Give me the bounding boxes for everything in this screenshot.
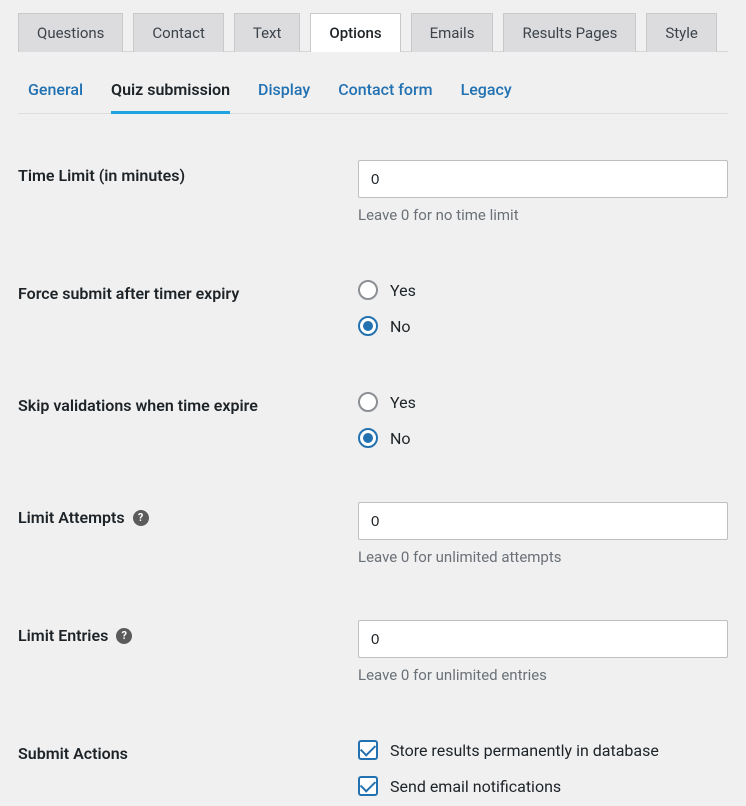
- help-icon[interactable]: ?: [133, 510, 149, 526]
- tab-options[interactable]: Options: [310, 13, 400, 52]
- label-limit-attempts: Limit Attempts: [18, 508, 125, 527]
- help-limit-attempts: Leave 0 for unlimited attempts: [358, 548, 728, 566]
- radio-icon: [358, 280, 378, 300]
- label-time-limit: Time Limit (in minutes): [18, 166, 185, 185]
- form-area: Time Limit (in minutes) Leave 0 for no t…: [18, 114, 728, 806]
- radio-skip-validations-no[interactable]: No: [358, 428, 728, 448]
- tab-questions[interactable]: Questions: [18, 13, 123, 52]
- input-limit-entries[interactable]: [358, 620, 728, 658]
- sub-tab-legacy[interactable]: Legacy: [461, 80, 512, 113]
- sub-tab-quiz-submission[interactable]: Quiz submission: [111, 80, 230, 113]
- label-force-submit: Force submit after timer expiry: [18, 284, 239, 303]
- help-icon[interactable]: ?: [116, 628, 132, 644]
- tab-contact[interactable]: Contact: [133, 13, 223, 52]
- tab-style[interactable]: Style: [646, 13, 717, 52]
- radio-label: No: [390, 429, 411, 448]
- tab-text[interactable]: Text: [234, 13, 301, 52]
- radio-label: Yes: [390, 393, 416, 412]
- checkbox-icon: [358, 740, 378, 760]
- label-limit-entries: Limit Entries: [18, 626, 108, 645]
- row-limit-attempts: Limit Attempts ? Leave 0 for unlimited a…: [18, 484, 728, 602]
- row-submit-actions: Submit Actions Store results permanently…: [18, 720, 728, 806]
- radio-label: Yes: [390, 281, 416, 300]
- radio-icon: [358, 392, 378, 412]
- checkbox-label: Store results permanently in database: [390, 741, 659, 760]
- sub-tab-general[interactable]: General: [28, 80, 83, 113]
- checkbox-icon: [358, 776, 378, 796]
- top-tabs: Questions Contact Text Options Emails Re…: [18, 12, 728, 52]
- input-time-limit[interactable]: [358, 160, 728, 198]
- radio-label: No: [390, 317, 411, 336]
- tab-emails[interactable]: Emails: [411, 13, 494, 52]
- row-time-limit: Time Limit (in minutes) Leave 0 for no t…: [18, 142, 728, 260]
- row-force-submit: Force submit after timer expiry Yes No: [18, 260, 728, 372]
- help-limit-entries: Leave 0 for unlimited entries: [358, 666, 728, 684]
- label-skip-validations: Skip validations when time expire: [18, 396, 258, 415]
- checkbox-label: Send email notifications: [390, 777, 561, 796]
- sub-tabs: General Quiz submission Display Contact …: [18, 52, 728, 114]
- radio-skip-validations-yes[interactable]: Yes: [358, 392, 728, 412]
- checkbox-send-email[interactable]: Send email notifications: [358, 776, 728, 796]
- input-limit-attempts[interactable]: [358, 502, 728, 540]
- label-submit-actions: Submit Actions: [18, 744, 128, 763]
- radio-icon: [358, 428, 378, 448]
- radio-force-submit-yes[interactable]: Yes: [358, 280, 728, 300]
- row-limit-entries: Limit Entries ? Leave 0 for unlimited en…: [18, 602, 728, 720]
- sub-tab-contact-form[interactable]: Contact form: [338, 80, 432, 113]
- radio-force-submit-no[interactable]: No: [358, 316, 728, 336]
- checkbox-store-results[interactable]: Store results permanently in database: [358, 740, 728, 760]
- radio-icon: [358, 316, 378, 336]
- tab-results-pages[interactable]: Results Pages: [503, 13, 636, 52]
- row-skip-validations: Skip validations when time expire Yes No: [18, 372, 728, 484]
- sub-tab-display[interactable]: Display: [258, 80, 310, 113]
- help-time-limit: Leave 0 for no time limit: [358, 206, 728, 224]
